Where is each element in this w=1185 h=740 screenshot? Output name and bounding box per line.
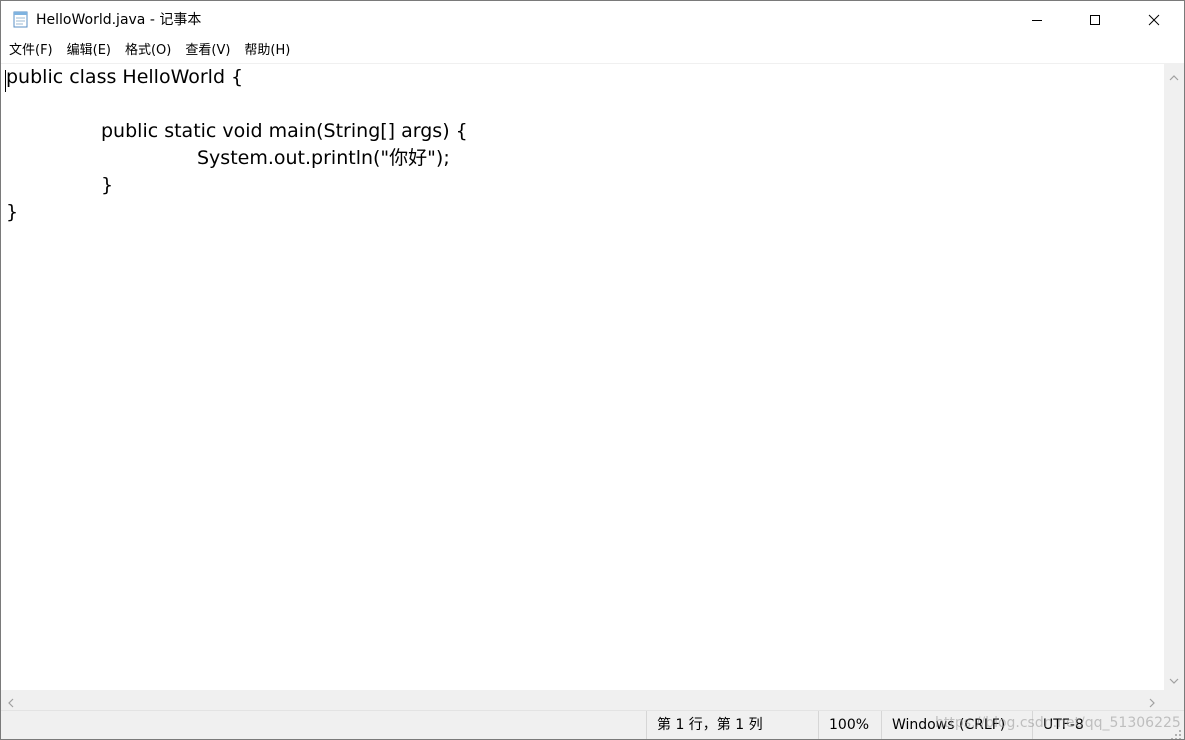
minimize-icon xyxy=(1031,11,1043,30)
scroll-left-icon[interactable] xyxy=(5,694,17,708)
menu-view[interactable]: 查看(V) xyxy=(178,39,237,63)
code-line-3: public static void main(String[] args) { xyxy=(101,120,468,142)
notepad-window: HelloWorld.java - 记事本 文件(F) 编辑(E) 格式(O) … xyxy=(0,0,1185,740)
text-editor[interactable]: public class HelloWorld { public static … xyxy=(1,63,1164,691)
scroll-down-icon[interactable] xyxy=(1168,672,1180,684)
zoom-level: 100% xyxy=(818,711,869,739)
status-bar: 第 1 行，第 1 列 100% Windows (CRLF) UTF-8 ht… xyxy=(1,710,1184,739)
menu-format[interactable]: 格式(O) xyxy=(118,39,178,63)
minimize-button[interactable] xyxy=(1008,1,1066,39)
watermark: https://blog.csdn.net/qq_51306225 xyxy=(935,715,1181,731)
title-bar[interactable]: HelloWorld.java - 记事本 xyxy=(1,1,1184,39)
window-title: HelloWorld.java - 记事本 xyxy=(36,12,202,28)
scroll-right-icon[interactable] xyxy=(1146,694,1158,708)
close-button[interactable] xyxy=(1125,1,1183,39)
maximize-button[interactable] xyxy=(1066,1,1124,39)
code-line-4: System.out.println("你好"); xyxy=(197,147,450,169)
close-icon xyxy=(1148,11,1160,30)
menu-file[interactable]: 文件(F) xyxy=(1,39,60,63)
menu-bar: 文件(F) 编辑(E) 格式(O) 查看(V) 帮助(H) xyxy=(1,39,1184,63)
cursor-position: 第 1 行，第 1 列 xyxy=(646,711,763,739)
notepad-icon xyxy=(12,10,30,28)
resize-grip-icon[interactable] xyxy=(1170,726,1182,739)
code-line-6: } xyxy=(6,201,19,223)
vertical-scrollbar[interactable] xyxy=(1164,63,1184,690)
scroll-up-icon[interactable] xyxy=(1168,69,1180,81)
menu-edit[interactable]: 编辑(E) xyxy=(60,39,118,63)
code-line-5: } xyxy=(101,174,114,196)
code-line-1: public class HelloWorld { xyxy=(6,66,244,88)
scroll-corner xyxy=(1164,690,1184,710)
menu-help[interactable]: 帮助(H) xyxy=(237,39,297,63)
maximize-icon xyxy=(1089,11,1101,30)
horizontal-scrollbar[interactable] xyxy=(1,690,1164,710)
